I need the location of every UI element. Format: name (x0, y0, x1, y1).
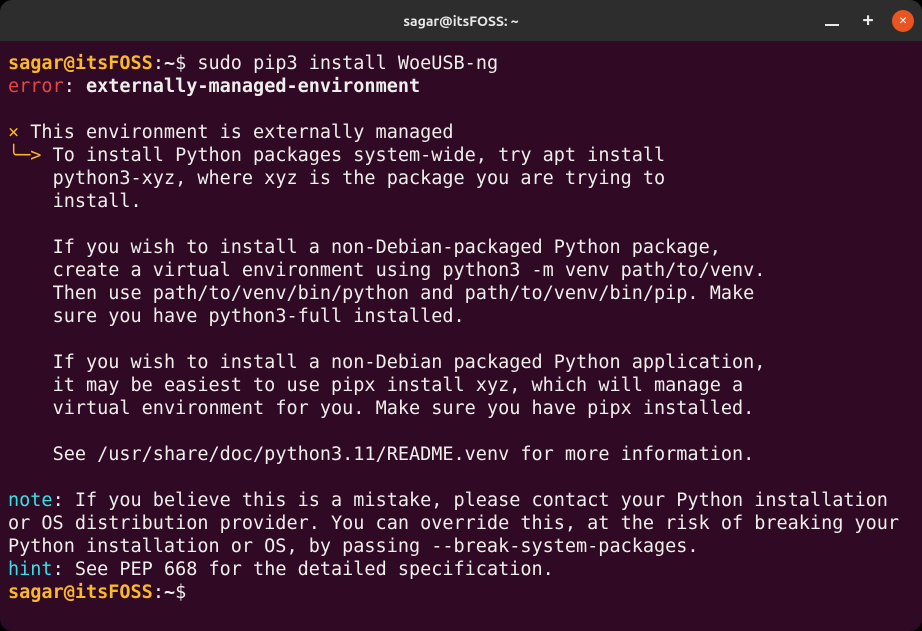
prompt-path: ~ (164, 582, 175, 603)
note-sep: : (53, 490, 75, 511)
error-message: externally-managed-environment (86, 76, 420, 97)
prompt-colon: : (153, 53, 164, 74)
prompt-colon: : (153, 582, 164, 603)
minimize-button[interactable] (820, 9, 844, 33)
body-line: If you wish to install a non-Debian-pack… (8, 237, 721, 258)
body-line: create a virtual environment using pytho… (8, 260, 765, 281)
body-line: See /usr/share/doc/python3.11/README.ven… (8, 444, 754, 465)
command-text: sudo pip3 install WoeUSB-ng (197, 53, 498, 74)
terminal-window: sagar@itsFOSS: ~ + ✕ sagar@itsFOSS:~$ su… (0, 0, 922, 631)
close-icon: ✕ (899, 14, 907, 27)
body-line (8, 421, 53, 442)
note-label: note (8, 490, 53, 511)
window-title: sagar@itsFOSS: ~ (403, 13, 518, 29)
minimize-icon (825, 24, 839, 26)
body-line (8, 329, 53, 350)
prompt-user: sagar (8, 53, 64, 74)
error-heading: This environment is externally managed (19, 122, 453, 143)
prompt-user: sagar (8, 582, 64, 603)
close-button[interactable]: ✕ (892, 10, 914, 32)
body-line: To install Python packages system-wide, … (41, 145, 665, 166)
hint-text: See PEP 668 for the detailed specificati… (75, 559, 554, 580)
cross-icon: × (8, 122, 19, 143)
prompt-dollar: $ (175, 582, 197, 603)
body-line: If you wish to install a non-Debian pack… (8, 352, 765, 373)
body-line: Then use path/to/venv/bin/python and pat… (8, 283, 754, 304)
prompt-path: ~ (164, 53, 175, 74)
body-line (8, 214, 53, 235)
error-label: error (8, 76, 64, 97)
arrow-icon: ╰─> (8, 145, 41, 166)
prompt-host: itsFOSS (75, 582, 153, 603)
error-sep: : (64, 76, 86, 97)
body-line: python3-xyz, where xyz is the package yo… (8, 168, 665, 189)
window-controls: + ✕ (820, 9, 914, 33)
maximize-button[interactable]: + (856, 9, 880, 33)
note-text: If you believe this is a mistake, please… (8, 490, 910, 557)
plus-icon: + (863, 12, 874, 30)
terminal-content[interactable]: sagar@itsFOSS:~$ sudo pip3 install WoeUS… (0, 42, 922, 631)
prompt-dollar: $ (175, 53, 197, 74)
hint-label: hint (8, 559, 53, 580)
body-line: sure you have python3-full installed. (8, 306, 465, 327)
prompt-at: @ (64, 582, 75, 603)
body-line: virtual environment for you. Make sure y… (8, 398, 754, 419)
titlebar: sagar@itsFOSS: ~ + ✕ (0, 0, 922, 42)
body-line: it may be easiest to use pipx install xy… (8, 375, 743, 396)
prompt-at: @ (64, 53, 75, 74)
hint-sep: : (53, 559, 75, 580)
prompt-host: itsFOSS (75, 53, 153, 74)
body-line: install. (8, 191, 142, 212)
